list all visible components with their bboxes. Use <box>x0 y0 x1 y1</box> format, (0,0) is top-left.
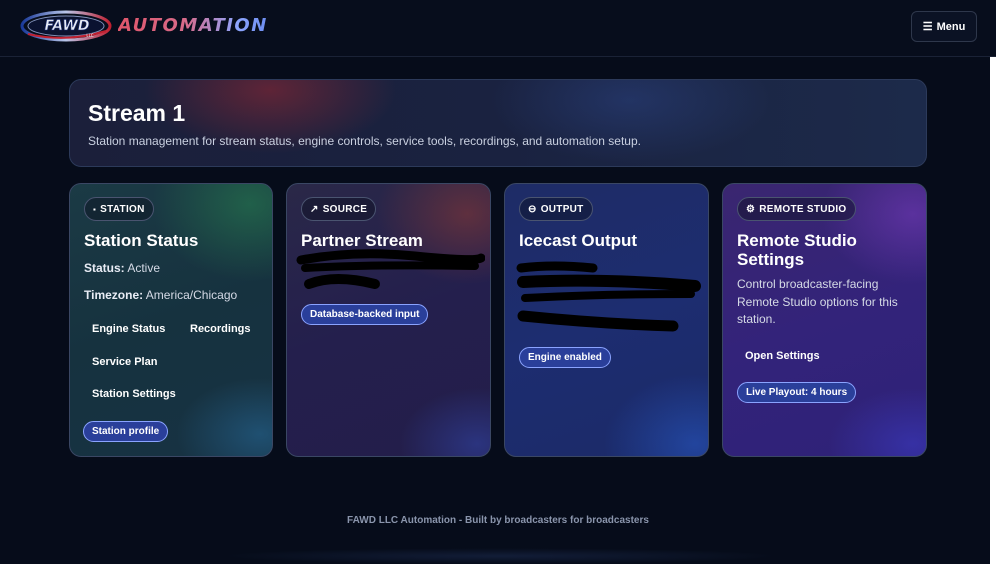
icecast-output-title: Icecast Output <box>519 231 638 250</box>
footer-text: FAWD LLC Automation - Built by broadcast… <box>347 515 649 526</box>
svg-text:FAWD: FAWD <box>45 18 90 34</box>
remote-studio-description: Control broadcaster-facing Remote Studio… <box>737 277 898 326</box>
recordings-link[interactable]: Recordings <box>190 323 251 335</box>
remote-studio-title: Remote Studio Settings <box>737 231 857 269</box>
svg-text:LLC: LLC <box>86 33 93 38</box>
fawd-logo[interactable]: FAWD LLC <box>20 9 112 43</box>
page-title: Stream 1 <box>88 100 186 126</box>
icecast-output-card: ⊖ OUTPUT Icecast Output Engine enabled <box>504 183 709 457</box>
hamburger-icon: ☰ <box>922 21 933 33</box>
source-tag: ↗ SOURCE <box>301 197 377 221</box>
adjacent-window-edge <box>990 57 996 564</box>
database-input-badge[interactable]: Database-backed input <box>301 304 429 325</box>
redaction-scribble <box>296 249 485 289</box>
station-tag: ▪ STATION <box>84 197 154 221</box>
broadcast-icon: ⊖ <box>528 203 537 215</box>
brand-title: AUTOMATION <box>118 15 268 36</box>
remote-studio-card: ⚙ REMOTE STUDIO Remote Studio Settings C… <box>722 183 927 457</box>
open-settings-link[interactable]: Open Settings <box>745 350 820 362</box>
redaction-scribble <box>516 261 701 332</box>
gear-icon: ⚙ <box>746 203 756 215</box>
menu-button[interactable]: ☰ Menu <box>911 11 977 42</box>
top-navbar: FAWD LLC AUTOMATION ☰ Menu <box>0 0 996 57</box>
remote-studio-tag: ⚙ REMOTE STUDIO <box>737 197 856 221</box>
page-subtitle: Station management for stream status, en… <box>88 134 641 148</box>
station-status-title: Station Status <box>84 231 199 250</box>
engine-enabled-badge[interactable]: Engine enabled <box>519 347 611 368</box>
output-tag: ⊖ OUTPUT <box>519 197 593 221</box>
page-hero: Stream 1 Station management for stream s… <box>69 79 927 167</box>
station-profile-badge[interactable]: Station profile <box>83 421 169 442</box>
engine-status-link[interactable]: Engine Status <box>92 323 165 335</box>
footer-glow <box>220 548 780 564</box>
status-line: Status: Active <box>84 261 161 275</box>
dot-icon: ▪ <box>93 204 97 214</box>
status-value: Active <box>127 261 161 275</box>
station-settings-link[interactable]: Station Settings <box>92 388 176 400</box>
service-plan-link[interactable]: Service Plan <box>92 356 157 368</box>
timezone-line: Timezone: America/Chicago <box>84 288 238 302</box>
timezone-value: America/Chicago <box>145 288 238 302</box>
station-status-card: ▪ STATION Station Status Status: Active … <box>69 183 273 457</box>
menu-label: Menu <box>936 20 966 33</box>
live-playout-badge[interactable]: Live Playout: 4 hours <box>737 382 857 403</box>
pin-icon: ↗ <box>310 203 319 215</box>
partner-stream-card: ↗ SOURCE Partner Stream Database-backed … <box>286 183 491 457</box>
